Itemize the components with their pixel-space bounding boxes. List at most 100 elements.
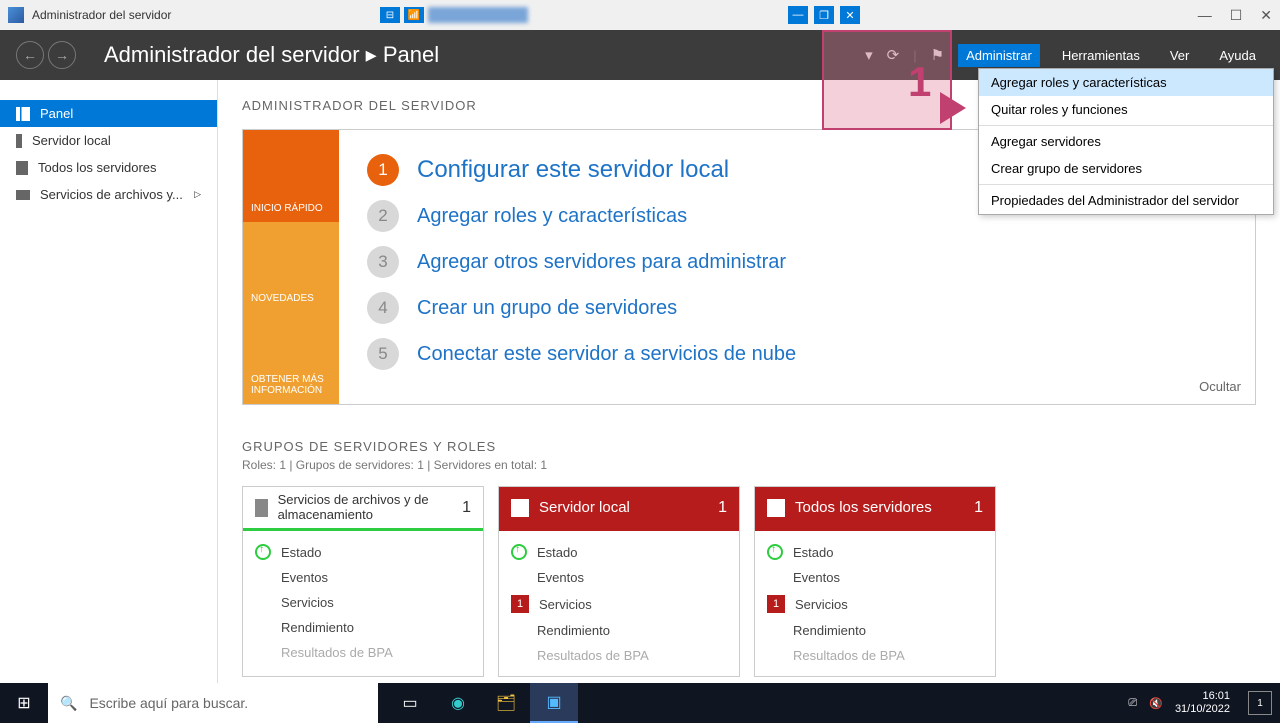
notifications-button[interactable]: 1 [1248,691,1272,715]
sidebar-item-file-services[interactable]: Servicios de archivos y... ▷ [0,181,217,208]
taskbar-apps: ▭ ◉ 🗂 ▣ [386,683,578,723]
tile-row-bpa[interactable]: Resultados de BPA [511,643,727,668]
taskview-icon[interactable]: ▭ [386,683,434,723]
tile-title: Servidor local [539,499,630,516]
pin-icon[interactable]: ⊟ [380,7,400,23]
menu-ayuda[interactable]: Ayuda [1211,44,1264,67]
step-5: 5 Conectar este servidor a servicios de … [367,338,1227,370]
sidebar-item-local-server[interactable]: Servidor local [0,127,217,154]
date: 31/10/2022 [1175,703,1230,716]
server-manager-icon[interactable]: ▣ [530,683,578,723]
alert-badge: 1 [511,595,529,613]
tile-row-servicios[interactable]: Servicios [255,590,471,615]
start-button[interactable]: ⊞ [0,683,48,723]
volume-icon[interactable]: 🔇 [1149,697,1163,710]
groups-subtitle: Roles: 1 | Grupos de servidores: 1 | Ser… [242,458,1256,472]
outer-close-button[interactable]: ✕ [1260,7,1272,24]
dd-separator [979,125,1273,126]
server-icon [16,134,22,148]
system-tray: ⎚ 🔇 16:01 31/10/2022 1 [1128,690,1280,716]
step-4: 4 Crear un grupo de servidores [367,292,1227,324]
tile-row-rendimiento[interactable]: Rendimiento [511,618,727,643]
tile-all-servers[interactable]: Todos los servidores 1 Estado Eventos 1S… [754,486,996,677]
step-link-add-roles[interactable]: Agregar roles y características [417,205,687,228]
tile-row-bpa[interactable]: Resultados de BPA [255,640,471,665]
sidebar-item-panel[interactable]: Panel [0,100,217,127]
clock[interactable]: 16:01 31/10/2022 [1175,690,1230,716]
annotation-highlight [822,30,952,130]
tile-row-rendimiento[interactable]: Rendimiento [767,618,983,643]
search-box[interactable]: 🔍 Escribe aquí para buscar. [48,683,378,723]
tab-learn-more[interactable]: OBTENER MÁS INFORMACIÓN [243,312,339,404]
edge-icon[interactable]: ◉ [434,683,482,723]
tile-local-server[interactable]: Servidor local 1 Estado Eventos 1Servici… [498,486,740,677]
sidebar-item-label: Servidor local [32,133,111,148]
tile-row-estado[interactable]: Estado [767,539,983,565]
sidebar-item-all-servers[interactable]: Todos los servidores [0,154,217,181]
inner-window-controls: — ❐ ✕ [788,6,860,24]
tile-row-estado[interactable]: Estado [511,539,727,565]
step-number: 4 [367,292,399,324]
step-link-configure[interactable]: Configurar este servidor local [417,156,729,184]
tile-row-estado[interactable]: Estado [255,539,471,565]
sidebar-item-label: Servicios de archivos y... [40,187,183,202]
tile-file-services[interactable]: Servicios de archivos y de almacenamient… [242,486,484,677]
tray-icon[interactable]: ⎚ [1128,697,1137,710]
time: 16:01 [1175,690,1230,703]
annotation-arrow [940,92,966,124]
signal-icon[interactable]: 📶 [404,7,424,23]
tile-count: 1 [718,499,727,517]
forward-button[interactable]: → [48,41,76,69]
dashboard-icon [16,107,30,121]
inner-close-button[interactable]: ✕ [840,6,860,24]
step-3: 3 Agregar otros servidores para administ… [367,246,1227,278]
tile-row-eventos[interactable]: Eventos [255,565,471,590]
dd-agregar-roles[interactable]: Agregar roles y características [979,69,1273,96]
tile-body: Estado Eventos 1Servicios Rendimiento Re… [499,531,739,676]
back-button[interactable]: ← [16,41,44,69]
tab-whats-new[interactable]: NOVEDADES [243,222,339,312]
tile-count: 1 [462,499,471,517]
tile-row-servicios[interactable]: 1Servicios [767,590,983,618]
tile-row-bpa[interactable]: Resultados de BPA [767,643,983,668]
menu-ver[interactable]: Ver [1162,44,1198,67]
titlebar-center-widgets: ⊟ 📶 [380,7,528,23]
tile-row-servicios[interactable]: 1Servicios [511,590,727,618]
step-link-connect-cloud[interactable]: Conectar este servidor a servicios de nu… [417,343,796,366]
outer-maximize-button[interactable]: ☐ [1230,7,1243,24]
inner-maximize-button[interactable]: ❐ [814,6,834,24]
app-title: Administrador del servidor [32,8,171,22]
server-icon [511,499,529,517]
step-link-create-group[interactable]: Crear un grupo de servidores [417,297,677,320]
dd-crear-grupo[interactable]: Crear grupo de servidores [979,155,1273,182]
file-services-icon [16,190,30,200]
outer-window-controls: — ☐ ✕ [1198,7,1272,24]
tile-row-eventos[interactable]: Eventos [767,565,983,590]
tile-row-rendimiento[interactable]: Rendimiento [255,615,471,640]
tile-body: Estado Eventos 1Servicios Rendimiento Re… [755,531,995,676]
hide-link[interactable]: Ocultar [1199,379,1241,394]
explorer-icon[interactable]: 🗂 [482,683,530,723]
tile-header: Todos los servidores 1 [755,487,995,531]
menu-herramientas[interactable]: Herramientas [1054,44,1148,67]
dd-separator [979,184,1273,185]
sidebar: Panel Servidor local Todos los servidore… [0,80,218,683]
search-icon: 🔍 [60,695,77,712]
alert-badge: 1 [767,595,785,613]
tile-row-eventos[interactable]: Eventos [511,565,727,590]
app-icon [8,7,24,23]
dd-quitar-roles[interactable]: Quitar roles y funciones [979,96,1273,123]
administrar-dropdown: Agregar roles y características Quitar r… [978,68,1274,215]
tab-quick-start[interactable]: INICIO RÁPIDO [243,130,339,222]
menu-administrar[interactable]: Administrar [958,44,1040,67]
dd-agregar-servidores[interactable]: Agregar servidores [979,128,1273,155]
outer-minimize-button[interactable]: — [1198,7,1212,24]
dd-propiedades[interactable]: Propiedades del Administrador del servid… [979,187,1273,214]
step-link-add-servers[interactable]: Agregar otros servidores para administra… [417,251,786,274]
sidebar-item-label: Panel [40,106,73,121]
titlebar: Administrador del servidor ⊟ 📶 — ❐ ✕ — ☐… [0,0,1280,30]
chevron-right-icon: ▷ [194,189,201,200]
tile-header: Servidor local 1 [499,487,739,531]
tile-title: Servicios de archivos y de almacenamient… [278,493,453,522]
inner-minimize-button[interactable]: — [788,6,808,24]
